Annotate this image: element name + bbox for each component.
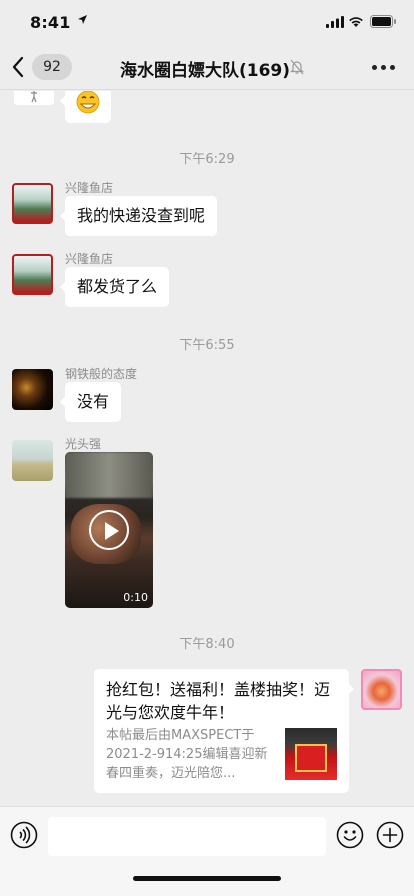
avatar[interactable] xyxy=(12,254,53,295)
text-message[interactable]: 没有 xyxy=(59,382,122,422)
grin-emoji-icon xyxy=(76,91,100,114)
sender-name: 钢铁般的态度 xyxy=(65,367,138,381)
page-title: 海水圈白嫖大队(169) xyxy=(120,61,291,81)
chat-header: 92 海水圈白嫖大队(169) xyxy=(0,44,414,90)
battery-icon xyxy=(370,15,396,28)
timestamp: 下午6:55 xyxy=(179,338,235,353)
text-message[interactable]: 都发货了么 xyxy=(59,267,170,307)
plus-circle-icon[interactable] xyxy=(376,821,404,849)
status-bar: 8:41 xyxy=(0,0,414,44)
link-thumbnail xyxy=(285,728,337,780)
link-description: 本帖最后由MAXSPECT于2021-2-914:25编辑喜迎新春四重奏，迈光陪… xyxy=(106,728,268,781)
timestamp: 下午8:40 xyxy=(179,637,235,652)
signal-icon xyxy=(326,16,344,28)
sender-name: 兴隆鱼店 xyxy=(65,252,114,266)
link-title: 抢红包！送福利！盖楼抽奖！迈光与您欢度牛年！ xyxy=(106,680,331,722)
video-message[interactable]: 0:10 xyxy=(65,452,153,608)
input-bar xyxy=(0,806,414,896)
ellipsis-icon xyxy=(372,65,377,70)
unread-badge: 92 xyxy=(32,54,72,80)
play-icon[interactable] xyxy=(89,510,129,550)
chat-message-list[interactable]: 下午6:29 兴隆鱼店 我的快递没查到呢 兴隆鱼店 都发货了么 下午6:55 钢… xyxy=(0,91,414,806)
avatar[interactable] xyxy=(12,183,53,224)
avatar[interactable] xyxy=(14,91,54,105)
sender-name: 兴隆鱼店 xyxy=(65,181,114,195)
figure-icon xyxy=(31,91,37,103)
status-time: 8:41 xyxy=(30,13,71,32)
wifi-icon xyxy=(349,17,363,27)
voice-icon[interactable] xyxy=(10,821,38,849)
home-indicator xyxy=(133,876,281,881)
avatar[interactable] xyxy=(12,369,53,410)
location-arrow-icon xyxy=(78,15,87,24)
text-message[interactable]: 我的快递没查到呢 xyxy=(59,196,218,236)
video-duration: 0:10 xyxy=(123,591,148,604)
emoji-icon[interactable] xyxy=(336,821,364,849)
chevron-left-icon xyxy=(12,56,24,78)
link-card-message[interactable]: 抢红包！送福利！盖楼抽奖！迈光与您欢度牛年！ 本帖最后由MAXSPECT于202… xyxy=(94,669,354,793)
my-avatar[interactable] xyxy=(361,669,402,710)
message-input[interactable] xyxy=(48,817,326,856)
timestamp: 下午6:29 xyxy=(179,152,235,167)
more-button[interactable] xyxy=(372,62,400,74)
avatar[interactable] xyxy=(12,440,53,481)
emoji-message[interactable] xyxy=(60,91,111,123)
bell-slash-icon xyxy=(290,59,304,75)
back-button[interactable]: 92 xyxy=(12,54,72,80)
sender-name: 光头强 xyxy=(65,437,102,451)
